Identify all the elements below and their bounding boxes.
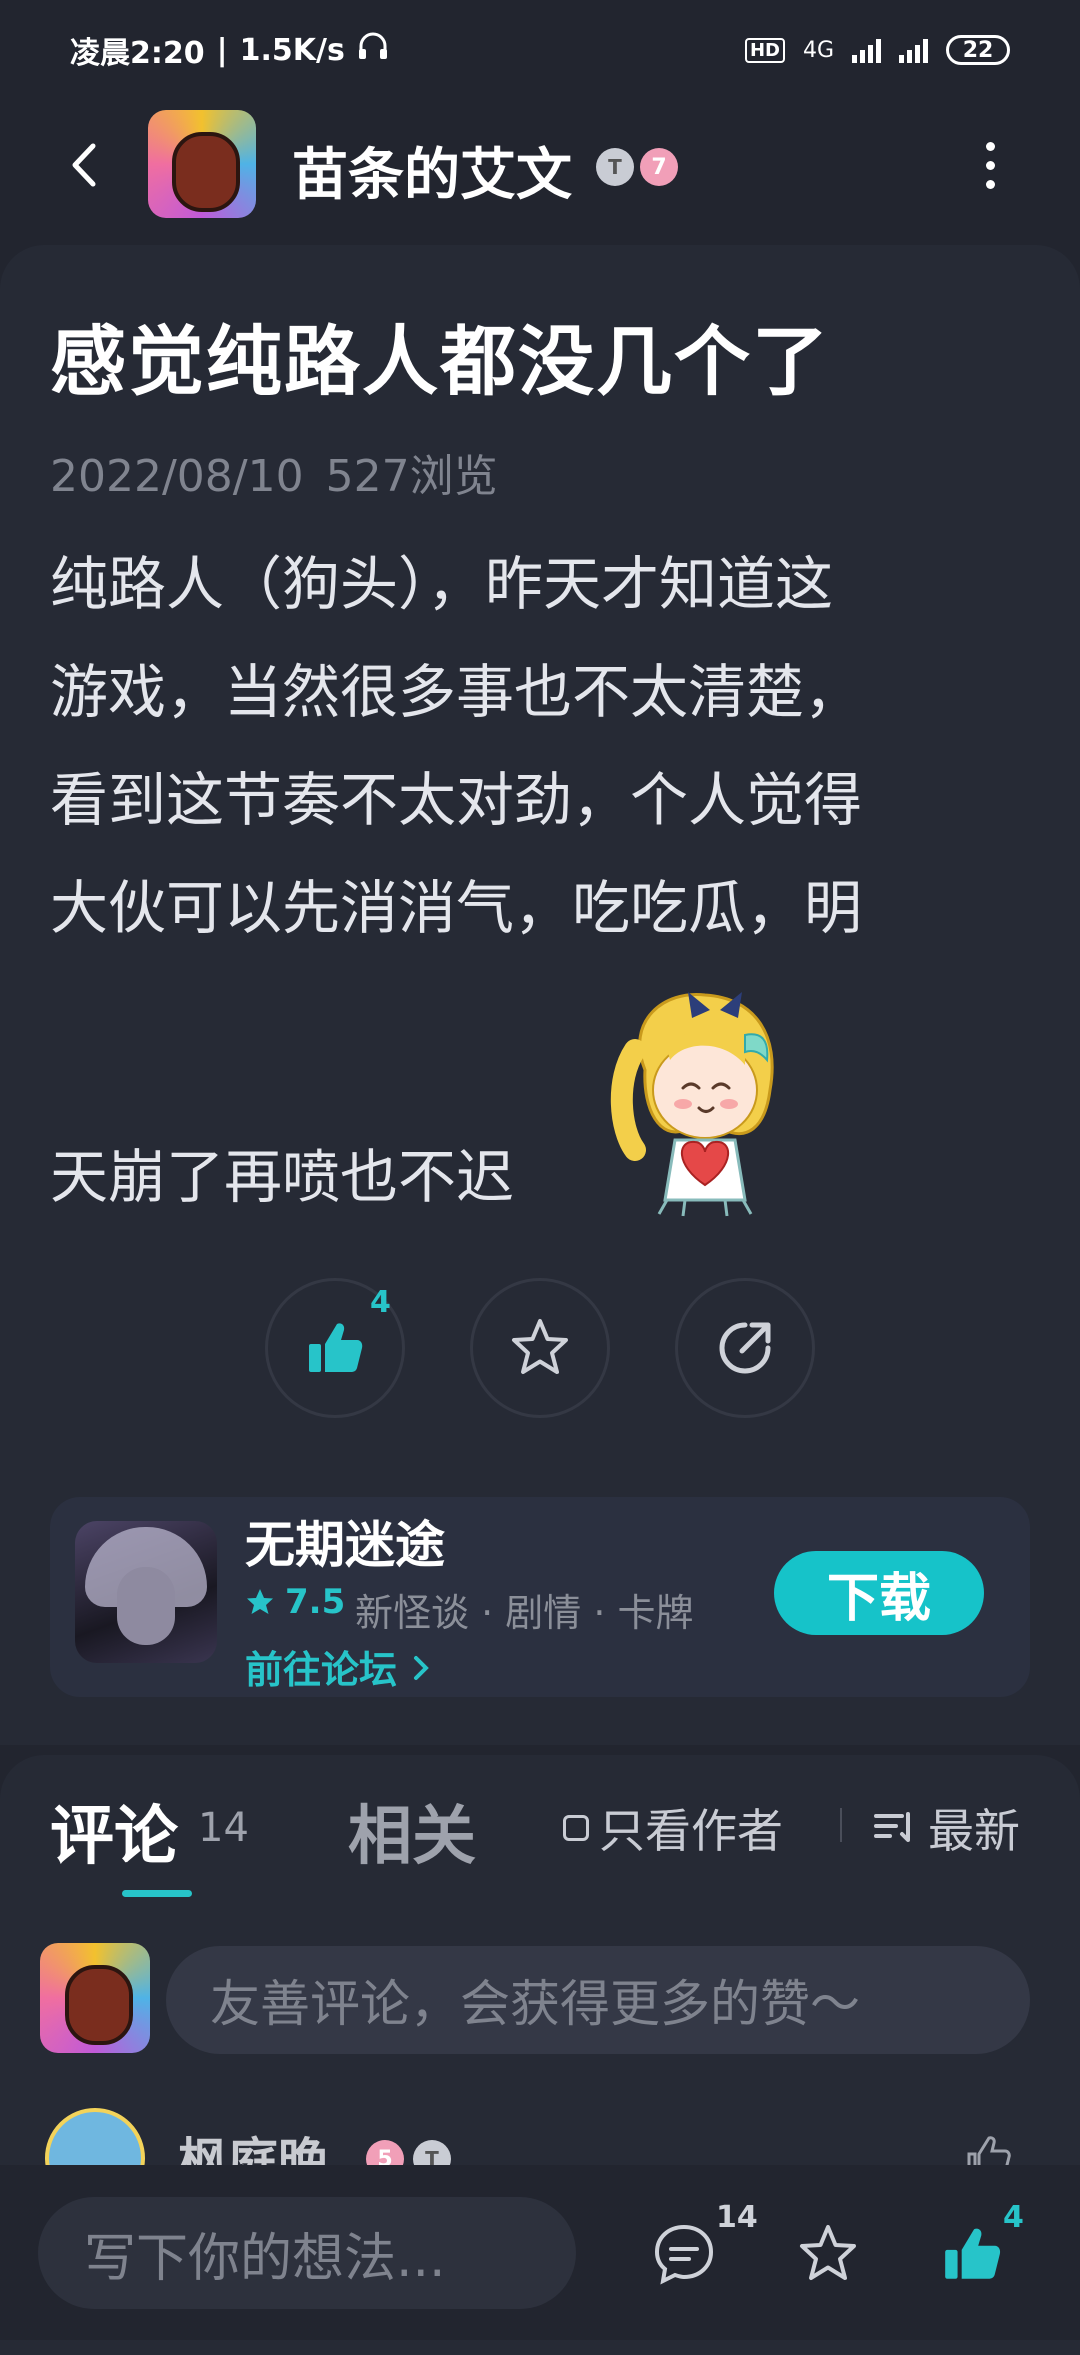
back-arrow-icon	[72, 143, 96, 187]
thumbs-up-icon	[945, 2228, 1001, 2279]
game-rating-value: 7.5	[285, 1582, 346, 1622]
post-body: 纯路人（狗头），昨天才知道这 游戏，当然很多事也不太清楚， 看到这节奏不太对劲，…	[50, 530, 1040, 962]
game-rating: 7.5	[245, 1582, 345, 1622]
bottom-like-count: 4	[1003, 2200, 1024, 2235]
game-tags: 新怪谈 · 剧情 · 卡牌	[355, 1591, 694, 1635]
hd-icon: HD	[744, 37, 785, 63]
comments-count: 14	[198, 1805, 249, 1851]
forum-link[interactable]: 前往论坛	[245, 1639, 432, 1694]
author-level-badge: 7	[640, 148, 678, 186]
status-divider: |	[216, 32, 228, 68]
share-icon	[719, 1322, 771, 1374]
game-name[interactable]: 无期迷途	[245, 1505, 445, 1577]
sticker-image	[610, 992, 774, 1217]
my-avatar	[40, 1943, 150, 2053]
author-badge-t: T	[596, 148, 634, 186]
post-meta: 2022/08/10 527浏览	[50, 440, 498, 504]
thumbs-up-icon	[309, 1323, 363, 1372]
battery-icon: 22	[946, 35, 1010, 65]
sort-button[interactable]: 最新	[872, 1795, 1020, 1861]
back-button[interactable]	[55, 135, 115, 195]
signal-icon-2	[899, 37, 928, 63]
status-time: 凌晨2:20	[70, 36, 205, 71]
post-body-line: 纯路人（狗头），昨天才知道这	[50, 550, 834, 618]
author-only-toggle[interactable]: 只看作者	[563, 1795, 783, 1861]
post-body-line: 大伙可以先消消气，吃吃瓜，明	[50, 874, 863, 942]
post-body-line: 看到这节奏不太对劲，个人觉得	[50, 766, 863, 834]
game-icon[interactable]	[75, 1521, 217, 1663]
share-button[interactable]	[675, 1278, 815, 1418]
network-label: 4G	[802, 37, 834, 63]
game-card[interactable]: 无期迷途 7.5 新怪谈 · 剧情 · 卡牌 前往论坛 下载	[50, 1497, 1030, 1697]
star-icon	[800, 2225, 856, 2280]
headphone-icon	[357, 31, 389, 69]
author-avatar[interactable]	[148, 110, 256, 218]
post-date: 2022/08/10	[50, 451, 304, 502]
favorite-button[interactable]	[470, 1278, 610, 1418]
tab-comments[interactable]: 评论	[50, 1785, 178, 1877]
tab-related[interactable]: 相关	[348, 1785, 476, 1877]
bottom-favorite-button[interactable]	[792, 2218, 864, 2290]
post-views: 527浏览	[325, 451, 498, 502]
comment-bubble-icon	[654, 2224, 714, 2285]
sort-label: 最新	[928, 1804, 1020, 1858]
top-bar: 苗条的艾文 T 7	[0, 110, 1080, 220]
post-body-last-line: 天崩了再喷也不迟	[50, 1143, 515, 1211]
sort-icon	[874, 1812, 910, 1842]
signal-icon	[852, 37, 881, 63]
status-bar: 凌晨2:20 | 1.5K/s HD 4G 22	[0, 0, 1080, 100]
divider	[840, 1808, 842, 1842]
bottom-like-button[interactable]	[936, 2218, 1008, 2290]
author-only-label: 只看作者	[599, 1804, 783, 1858]
bottom-comment-count: 14	[716, 2200, 758, 2235]
forum-link-label: 前往论坛	[245, 1648, 398, 1692]
download-button[interactable]: 下载	[774, 1551, 984, 1635]
rating-star-icon	[247, 1589, 273, 1614]
more-options-button[interactable]	[970, 135, 1010, 195]
author-name[interactable]: 苗条的艾文	[292, 130, 572, 211]
like-count: 4	[370, 1285, 391, 1320]
status-speed: 1.5K/s	[239, 32, 345, 68]
post-title: 感觉纯路人都没几个了	[50, 317, 830, 406]
post-body-line: 游戏，当然很多事也不太清楚，	[50, 658, 863, 726]
checkbox-icon	[563, 1815, 589, 1841]
star-icon	[512, 1319, 568, 1374]
reply-input[interactable]: 写下你的想法...	[38, 2197, 576, 2309]
comment-button[interactable]	[648, 2218, 720, 2290]
chevron-right-icon	[414, 1656, 430, 1680]
comment-input[interactable]: 友善评论，会获得更多的赞～	[166, 1946, 1030, 2054]
active-tab-indicator	[122, 1890, 192, 1897]
